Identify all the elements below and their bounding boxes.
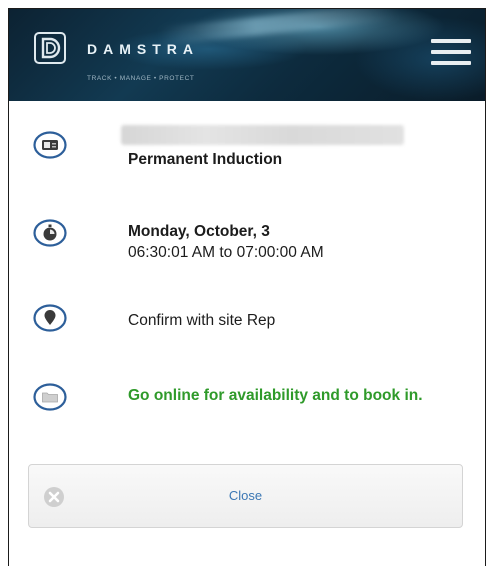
- damstra-logo-icon: [34, 32, 66, 64]
- brand-tagline: TRACK • MANAGE • PROTECT: [87, 75, 195, 82]
- location-text: Confirm with site Rep: [128, 312, 276, 329]
- booking-text[interactable]: Go online for availability and to book i…: [128, 385, 448, 406]
- app-header: DAMSTRA TRACK • MANAGE • PROTECT: [9, 9, 485, 101]
- app-frame: DAMSTRA TRACK • MANAGE • PROTECT Permane…: [8, 8, 486, 566]
- folder-icon: [33, 383, 67, 411]
- hamburger-menu-icon[interactable]: [431, 39, 471, 65]
- schedule-time: 06:30:01 AM to 07:00:00 AM: [128, 244, 324, 261]
- map-pin-icon: [33, 304, 67, 332]
- header-background-streak: [158, 9, 400, 46]
- redacted-text: [121, 125, 404, 145]
- schedule-date: Monday, October, 3: [128, 223, 270, 240]
- stopwatch-icon: [33, 219, 67, 247]
- induction-title: Permanent Induction: [128, 151, 283, 168]
- close-button-label: Close: [228, 488, 263, 503]
- close-button[interactable]: Close: [28, 464, 463, 528]
- brand-name: DAMSTRA: [87, 41, 199, 57]
- id-card-icon: [33, 131, 67, 159]
